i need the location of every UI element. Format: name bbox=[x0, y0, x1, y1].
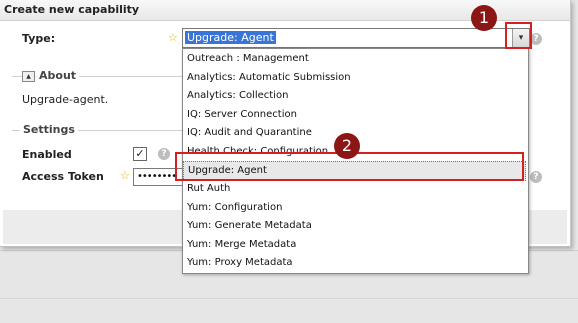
dropdown-option[interactable]: Analytics: Collection bbox=[187, 87, 288, 105]
enabled-checkbox[interactable]: ✓ bbox=[133, 147, 147, 161]
type-select-value: Upgrade: Agent bbox=[185, 31, 276, 44]
callout-badge-1: 1 bbox=[471, 5, 497, 31]
enabled-label: Enabled bbox=[22, 148, 72, 161]
callout-badge-2: 2 bbox=[334, 133, 360, 159]
dropdown-option[interactable]: Yum: Merge Metadata bbox=[187, 236, 296, 254]
dropdown-option[interactable]: IQ: Audit and Quarantine bbox=[187, 124, 312, 142]
about-legend: About bbox=[36, 69, 80, 82]
dropdown-option[interactable]: Analytics: Automatic Submission bbox=[187, 69, 351, 87]
dropdown-option[interactable]: Outreach : Management bbox=[187, 50, 309, 68]
dialog-title: Create new capability bbox=[4, 3, 140, 16]
dropdown-option[interactable]: Yum: Configuration bbox=[187, 199, 282, 217]
help-icon-enabled[interactable]: ? bbox=[158, 148, 170, 160]
backdrop-divider-2 bbox=[0, 298, 578, 299]
collapse-about-icon[interactable]: ▲ bbox=[22, 71, 35, 82]
highlight-dropdown-button bbox=[505, 22, 532, 49]
settings-legend: Settings bbox=[20, 123, 78, 136]
dropdown-option[interactable]: Yum: Proxy Metadata bbox=[187, 254, 293, 272]
required-star-icon-token: ☆ bbox=[120, 169, 130, 182]
required-star-icon: ☆ bbox=[168, 31, 178, 44]
dropdown-option[interactable]: Yum: Generate Metadata bbox=[187, 217, 312, 235]
help-icon-token[interactable]: ? bbox=[530, 171, 542, 183]
dropdown-option[interactable]: IQ: Server Connection bbox=[187, 106, 297, 124]
access-token-label: Access Token bbox=[22, 170, 104, 183]
about-text: Upgrade-agent. bbox=[22, 93, 109, 106]
dropdown-option[interactable]: Rut Auth bbox=[187, 180, 230, 198]
type-select[interactable]: Upgrade: Agent ▾ bbox=[182, 28, 530, 48]
type-label: Type: bbox=[22, 32, 56, 45]
